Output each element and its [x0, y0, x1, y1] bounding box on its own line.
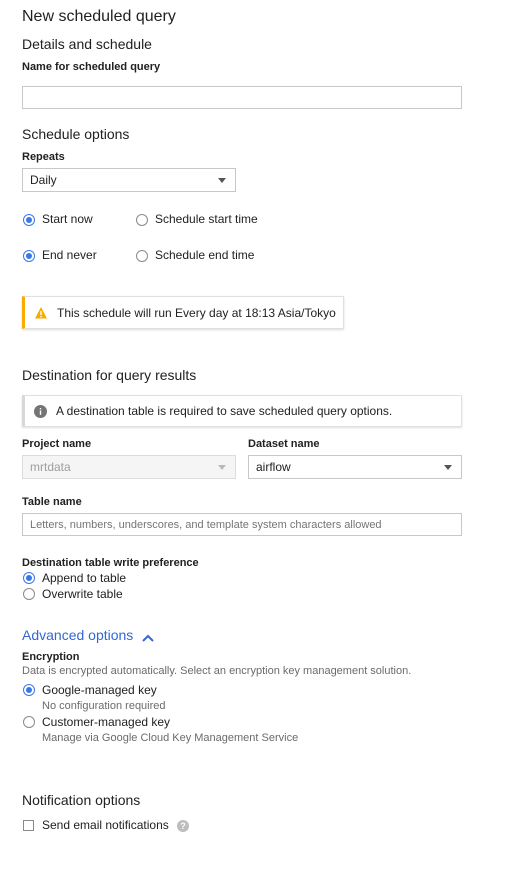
repeats-value: Daily: [30, 173, 57, 187]
advanced-options-label: Advanced options: [22, 627, 134, 643]
end-never-radio[interactable]: [23, 250, 35, 262]
overwrite-label[interactable]: Overwrite table: [42, 587, 123, 601]
dropdown-caret-icon: [218, 178, 226, 183]
details-heading: Details and schedule: [22, 36, 152, 52]
encryption-description: Data is encrypted automatically. Select …: [22, 665, 412, 677]
help-icon[interactable]: ?: [177, 819, 189, 832]
name-label: Name for scheduled query: [22, 61, 161, 73]
customer-key-label[interactable]: Customer-managed key: [42, 715, 170, 729]
write-pref-label: Destination table write preference: [22, 557, 199, 569]
table-name-input[interactable]: [22, 513, 462, 536]
info-text: A destination table is required to save …: [56, 404, 393, 418]
page-title: New scheduled query: [22, 8, 176, 25]
table-name-label: Table name: [22, 496, 82, 508]
destination-info-banner: A destination table is required to save …: [22, 395, 462, 427]
svg-text:?: ?: [180, 821, 186, 831]
notification-heading: Notification options: [22, 792, 141, 808]
customer-key-description: Manage via Google Cloud Key Management S…: [42, 732, 299, 744]
customer-key-radio[interactable]: [23, 716, 35, 728]
warning-text: This schedule will run Every day at 18:1…: [57, 305, 336, 320]
google-key-radio[interactable]: [23, 684, 35, 696]
destination-heading: Destination for query results: [22, 367, 197, 383]
warning-icon: [34, 306, 48, 320]
advanced-options-toggle[interactable]: Advanced options: [22, 627, 155, 643]
dataset-value: airflow: [256, 460, 291, 474]
google-key-description: No configuration required: [42, 700, 166, 712]
dropdown-caret-icon: [218, 465, 226, 470]
chevron-up-icon: [141, 630, 155, 642]
project-label: Project name: [22, 438, 92, 450]
project-select: mrtdata: [22, 455, 236, 479]
email-notifications-label[interactable]: Send email notifications: [42, 818, 169, 832]
overwrite-radio[interactable]: [23, 588, 35, 600]
start-now-label[interactable]: Start now: [42, 212, 93, 226]
dataset-select[interactable]: airflow: [248, 455, 462, 479]
info-icon: [34, 404, 47, 418]
email-notifications-checkbox[interactable]: [23, 820, 34, 831]
repeats-select[interactable]: Daily: [22, 168, 236, 192]
append-label[interactable]: Append to table: [42, 571, 126, 585]
schedule-end-time-label[interactable]: Schedule end time: [155, 248, 254, 262]
dataset-label: Dataset name: [248, 438, 320, 450]
project-value: mrtdata: [30, 460, 71, 474]
name-input[interactable]: [22, 86, 462, 109]
start-now-radio[interactable]: [23, 214, 35, 226]
dropdown-caret-icon: [444, 465, 452, 470]
google-key-label[interactable]: Google-managed key: [42, 683, 157, 697]
end-never-label[interactable]: End never: [42, 248, 97, 262]
schedule-warning-banner: This schedule will run Every day at 18:1…: [22, 296, 344, 329]
schedule-heading: Schedule options: [22, 126, 130, 142]
repeats-label: Repeats: [22, 151, 65, 163]
schedule-start-time-label[interactable]: Schedule start time: [155, 212, 258, 226]
encryption-label: Encryption: [22, 651, 80, 663]
schedule-end-time-radio[interactable]: [136, 250, 148, 262]
schedule-start-time-radio[interactable]: [136, 214, 148, 226]
append-radio[interactable]: [23, 572, 35, 584]
